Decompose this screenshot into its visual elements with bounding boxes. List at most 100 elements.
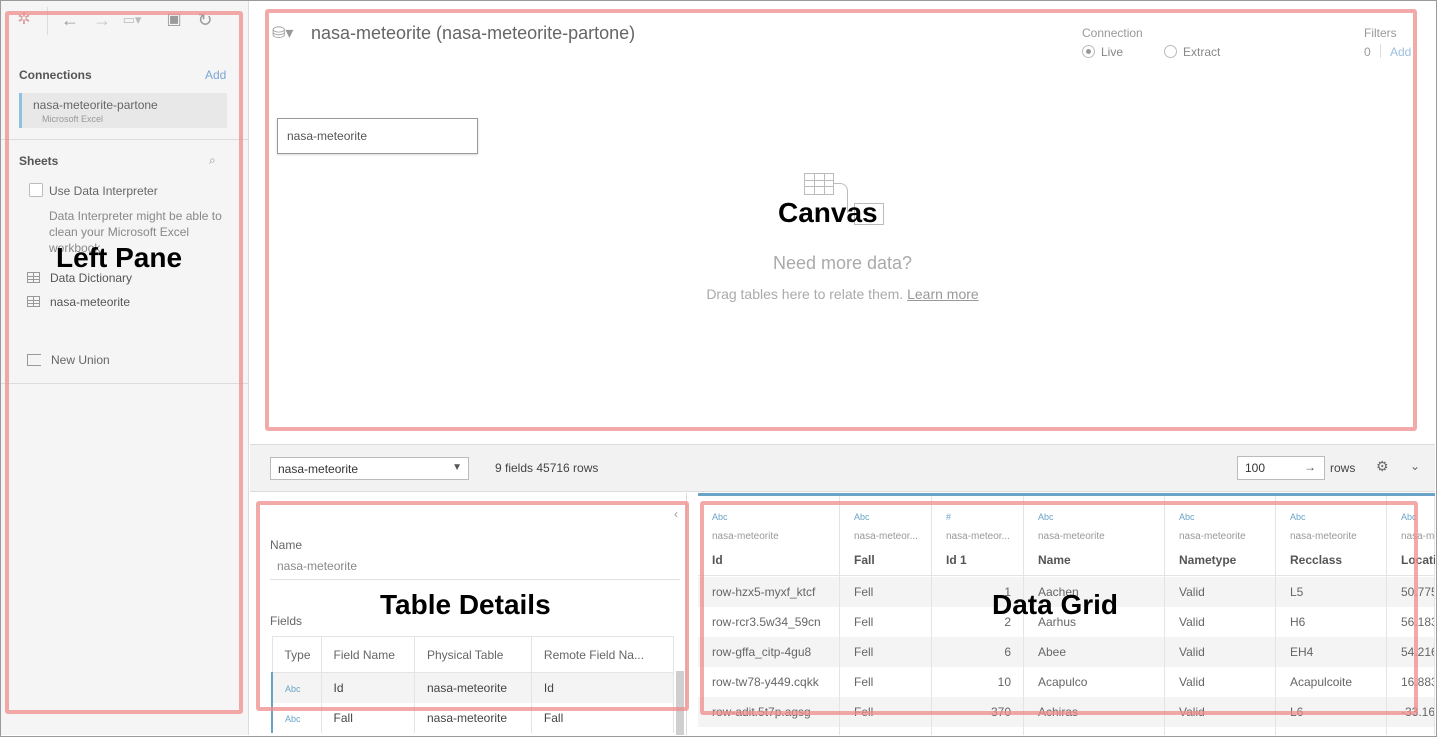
grid-cell[interactable]: row-gffa_citp-4gu8 xyxy=(698,637,839,667)
scrollbar[interactable] xyxy=(676,671,684,735)
field-name[interactable]: Nametype xyxy=(1179,553,1236,567)
rows-input[interactable]: 100 → xyxy=(1237,456,1325,480)
field-name[interactable]: Id xyxy=(712,553,723,567)
field-type-icon[interactable]: Abc xyxy=(1179,512,1195,522)
column-header[interactable]: Remote Field Na... xyxy=(530,636,675,673)
arrow-right-icon[interactable]: → xyxy=(1304,460,1316,474)
back-arrow-icon[interactable]: ← xyxy=(59,9,81,31)
grid-cell[interactable]: 56.1833 xyxy=(1387,607,1434,637)
canvas-table-box[interactable]: nasa-meteorite xyxy=(277,118,478,154)
table-select[interactable]: nasa-meteorite ▼ xyxy=(270,457,469,480)
type-icon[interactable]: Abc xyxy=(285,714,301,724)
forward-arrow-icon[interactable]: → xyxy=(91,9,113,31)
gear-icon[interactable]: ⚙ xyxy=(1376,458,1389,475)
column-header[interactable]: Type xyxy=(271,636,322,673)
grid-cell[interactable]: Acapulcoite xyxy=(1276,667,1386,697)
grid-cell[interactable]: Fell xyxy=(840,637,931,667)
live-radio[interactable] xyxy=(1082,45,1095,58)
field-name[interactable]: Fall xyxy=(854,553,875,567)
grid-cell[interactable]: Valid xyxy=(1165,607,1275,637)
type-icon[interactable]: Abc xyxy=(285,684,301,694)
grid-column-header[interactable]: Abc nasa-meteorite Nametype xyxy=(1165,496,1275,576)
data-source-menu-icon[interactable]: ▭▾ xyxy=(121,9,143,31)
add-filter-link[interactable]: Add xyxy=(1390,45,1411,59)
chevron-down-icon[interactable]: ⌄ xyxy=(1410,459,1420,473)
fields-rows-count: 9 fields 45716 rows xyxy=(495,461,599,475)
field-name[interactable]: Name xyxy=(1038,553,1071,567)
extract-label: Extract xyxy=(1183,45,1221,59)
field-type-icon[interactable]: Abc xyxy=(854,512,870,522)
grid-column-header[interactable]: Abc nasa-mete Location xyxy=(1387,496,1435,576)
grid-cell[interactable]: Valid xyxy=(1165,577,1275,607)
grid-cell[interactable]: Acapulco xyxy=(1024,667,1164,697)
extract-radio[interactable] xyxy=(1164,45,1177,58)
fields-label: Fields xyxy=(270,614,303,628)
field-name[interactable]: Recclass xyxy=(1290,553,1342,567)
sheet-icon xyxy=(27,296,40,307)
column-header[interactable]: Field Name xyxy=(320,636,415,673)
sheet-item-nasa-meteorite[interactable]: nasa-meteorite xyxy=(27,295,130,309)
field-type-icon[interactable]: Abc xyxy=(712,512,728,522)
grid-cell[interactable]: L5 xyxy=(1276,577,1386,607)
connection-item[interactable]: nasa-meteorite-partone Microsoft Excel xyxy=(19,93,227,128)
grid-cell[interactable]: 16.8833 xyxy=(1387,667,1434,697)
field-name[interactable]: Location xyxy=(1401,553,1435,567)
grid-cell[interactable]: 370 xyxy=(932,697,1023,727)
grid-toolbar: nasa-meteorite ▼ 9 fields 45716 rows 100 →… xyxy=(250,444,1435,492)
grid-cell[interactable]: Valid xyxy=(1165,697,1275,727)
table-row[interactable]: Abc Id nasa-meteorite Id xyxy=(270,672,675,703)
grid-column-header[interactable]: # nasa-meteor... Id 1 xyxy=(932,496,1023,576)
field-name[interactable]: Fall xyxy=(321,702,415,733)
grid-cell[interactable]: -33.1666 xyxy=(1387,697,1434,727)
field-type-icon[interactable]: # xyxy=(946,512,951,522)
field-type-icon[interactable]: Abc xyxy=(1038,512,1054,522)
grid-cell[interactable]: row-adit.5t7p.agsg xyxy=(698,697,839,727)
field-name[interactable]: Id 1 xyxy=(946,553,967,567)
column-header[interactable]: Physical Table xyxy=(413,636,532,673)
grid-cell[interactable]: Fell xyxy=(840,577,931,607)
grid-column: Abc nasa-meteorite Nametype Valid Valid Valid… xyxy=(1165,496,1276,735)
datasource-title[interactable]: nasa-meteorite (nasa-meteorite-partone) xyxy=(311,23,635,44)
add-connection-link[interactable]: Add xyxy=(205,68,226,82)
use-data-interpreter-checkbox[interactable] xyxy=(29,183,43,197)
search-icon[interactable]: ⌕ xyxy=(209,153,216,168)
new-union-item[interactable]: New Union xyxy=(27,353,110,367)
grid-column-header[interactable]: Abc nasa-meteorite Name xyxy=(1024,496,1164,576)
grid-cell[interactable]: row-rcr3.5w34_59cn xyxy=(698,607,839,637)
learn-more-link[interactable]: Learn more xyxy=(907,286,979,302)
grid-cell[interactable]: H6 xyxy=(1276,607,1386,637)
grid-cell[interactable]: Abee xyxy=(1024,637,1164,667)
grid-cell[interactable]: 50.775 xyxy=(1387,577,1434,607)
grid-cell[interactable]: Fell xyxy=(840,697,931,727)
field-name[interactable]: Id xyxy=(321,672,415,703)
grid-cell[interactable]: EH4 xyxy=(1276,637,1386,667)
grid-cell[interactable]: row-tw78-y449.cqkk xyxy=(698,667,839,697)
chevron-down-icon: ▼ xyxy=(452,462,462,473)
sheet-icon xyxy=(27,272,40,283)
grid-cell[interactable]: Valid xyxy=(1165,637,1275,667)
name-value[interactable]: nasa-meteorite xyxy=(277,559,357,573)
grid-cell[interactable]: Fell xyxy=(840,607,931,637)
remote-field-name: Fall xyxy=(531,702,675,733)
grid-cell[interactable]: Valid xyxy=(1165,667,1275,697)
grid-cell[interactable]: row-hzx5-myxf_ktcf xyxy=(698,577,839,607)
connection-type: Microsoft Excel xyxy=(42,114,104,124)
database-icon[interactable]: ⛁▾ xyxy=(272,23,293,43)
grid-column-header[interactable]: Abc nasa-meteorite Id xyxy=(698,496,839,576)
grid-cell[interactable]: Achiras xyxy=(1024,697,1164,727)
field-type-icon[interactable]: Abc xyxy=(1401,512,1417,522)
save-icon[interactable]: ▣ xyxy=(163,9,185,31)
collapse-icon[interactable]: ‹ xyxy=(674,507,678,521)
grid-column-header[interactable]: Abc nasa-meteorite Recclass xyxy=(1276,496,1386,576)
grid-column-header[interactable]: Abc nasa-meteor... Fall xyxy=(840,496,931,576)
tableau-logo-icon[interactable]: ✲ xyxy=(13,9,35,31)
grid-cell[interactable]: Fell xyxy=(840,667,931,697)
grid-cell[interactable]: 6 xyxy=(932,637,1023,667)
use-data-interpreter-label: Use Data Interpreter xyxy=(49,184,158,198)
field-type-icon[interactable]: Abc xyxy=(1290,512,1306,522)
refresh-icon[interactable]: ↻ xyxy=(194,9,216,31)
grid-cell[interactable]: 54.2166 xyxy=(1387,637,1434,667)
grid-cell[interactable]: 10 xyxy=(932,667,1023,697)
grid-cell[interactable]: L6 xyxy=(1276,697,1386,727)
table-row[interactable]: Abc Fall nasa-meteorite Fall xyxy=(270,702,675,733)
